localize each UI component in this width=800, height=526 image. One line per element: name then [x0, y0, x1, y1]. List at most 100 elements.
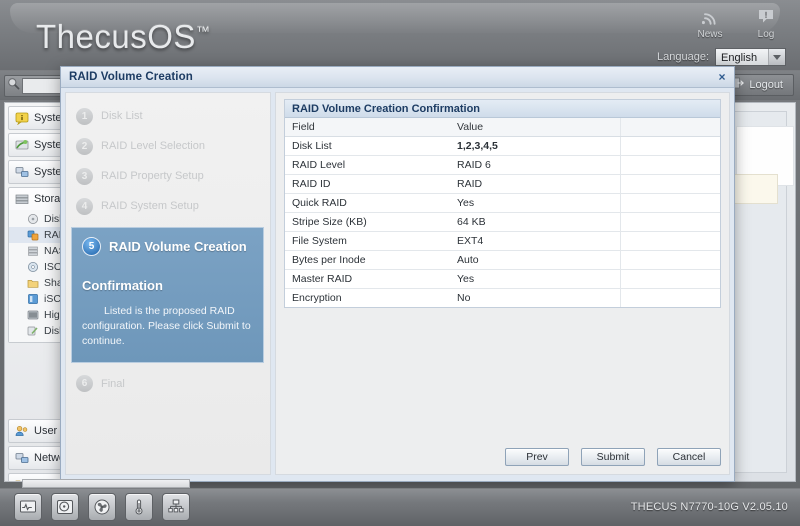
high-availability-icon [27, 309, 39, 321]
logo-text: ThecusOS [36, 18, 196, 55]
close-icon[interactable]: × [714, 69, 730, 85]
active-step-description: Listed is the proposed RAID configuratio… [82, 305, 251, 348]
fan-status-icon[interactable] [88, 493, 116, 521]
table-row: RAID ID RAID [285, 174, 720, 194]
step-number: 1 [76, 107, 93, 125]
cell-field: Bytes per Inode [285, 250, 450, 270]
cell-empty [619, 288, 720, 307]
cell-empty [619, 250, 720, 270]
info-icon [15, 111, 29, 126]
submit-button[interactable]: Submit [581, 448, 645, 466]
logout-label: Logout [749, 79, 783, 91]
temperature-icon[interactable] [125, 493, 153, 521]
cell-field: Encryption [292, 292, 342, 304]
iscsi-icon [27, 293, 39, 305]
cell-empty [619, 193, 720, 213]
system-tray [14, 493, 190, 521]
disk-clone-icon [27, 325, 39, 337]
confirmation-table-wrapper: RAID Volume Creation Confirmation Field … [284, 99, 721, 308]
news-button[interactable]: News [690, 6, 730, 40]
news-label: News [697, 29, 723, 40]
table-row: Stripe Size (KB) 64 KB [285, 212, 720, 232]
cell-value: Auto [450, 250, 620, 270]
wizard-step-active-raid-volume-creation: 5 RAID Volume Creation Confirmation List… [71, 227, 264, 363]
language-selector[interactable]: Language: English [657, 48, 786, 66]
cell-empty [619, 231, 720, 251]
cell-empty [619, 136, 720, 156]
wizard-steps: 1 Disk List 2 RAID Level Selection 3 RAI… [65, 92, 271, 475]
cancel-button[interactable]: Cancel [657, 448, 721, 466]
cell-value: Yes [450, 193, 620, 213]
table-row: RAID Level RAID 6 [285, 155, 720, 175]
cell-field: RAID Level [285, 155, 450, 175]
table-header-row: Field Value [285, 118, 720, 137]
step-label: RAID Property Setup [101, 170, 204, 182]
content-placeholder-yellow [732, 174, 778, 204]
confirmation-panel: RAID Volume Creation Confirmation Field … [275, 92, 730, 475]
cell-empty [619, 155, 720, 175]
language-label: Language: [657, 51, 709, 63]
cell-field: File System [285, 231, 450, 251]
step-label: RAID System Setup [101, 200, 199, 212]
chevron-down-icon[interactable] [768, 49, 785, 65]
network-icon [15, 165, 29, 179]
log-label: Log [757, 29, 775, 40]
cell-value: RAID 6 [450, 155, 620, 175]
cell-value: EXT4 [450, 231, 620, 251]
thecus-os-desktop: ThecusOS™ News Log Language: English Log… [0, 0, 800, 526]
step-number: 6 [76, 375, 93, 393]
header-tools: News Log [690, 6, 786, 40]
active-step-head: 5 RAID Volume Creation [82, 237, 253, 256]
confirmation-table-caption-bar: RAID Volume Creation Confirmation [285, 100, 720, 118]
table-row: File System EXT4 [285, 231, 720, 251]
share-folder-icon [27, 277, 39, 289]
thecus-logo: ThecusOS™ [36, 18, 210, 56]
step-label: RAID Level Selection [101, 140, 205, 152]
model-version-label: THECUS N7770-10G V2.05.10 [630, 501, 788, 513]
dialog-body: 1 Disk List 2 RAID Level Selection 3 RAI… [61, 88, 734, 481]
table-row: Master RAID Yes [285, 269, 720, 289]
logout-button[interactable]: Logout [725, 74, 794, 96]
raid-volume-creation-dialog: RAID Volume Creation × 1 Disk List 2 RAI… [60, 66, 735, 482]
system-status-icon[interactable] [14, 493, 42, 521]
column-header-field: Field [285, 118, 450, 137]
raid-management-icon [27, 229, 39, 241]
confirmation-table: Field Value Disk List 1,2,3,4,5 RAID Lev… [285, 118, 720, 307]
wizard-step-raid-system-setup[interactable]: 4 RAID System Setup [66, 191, 270, 221]
language-dropdown[interactable]: English [715, 48, 786, 66]
cell-field: Quick RAID [285, 193, 450, 213]
step-number: 3 [76, 167, 93, 185]
rss-icon [690, 6, 730, 28]
cell-value: RAID [450, 174, 620, 194]
wizard-step-raid-property-setup[interactable]: 3 RAID Property Setup [66, 161, 270, 191]
cell-field: Disk List [285, 136, 450, 156]
table-row: Encryption No [285, 288, 720, 307]
storage-icon [15, 192, 29, 206]
cell-value: No [457, 292, 471, 304]
wizard-step-raid-level-selection[interactable]: 2 RAID Level Selection [66, 131, 270, 161]
disk-status-icon[interactable] [51, 493, 79, 521]
cell-value: Yes [450, 269, 620, 289]
language-value: English [716, 49, 768, 65]
system-management-icon [15, 138, 29, 152]
top-header: ThecusOS™ News Log Language: English [0, 0, 800, 70]
step-number: 5 [82, 237, 101, 256]
cell-value: 64 KB [450, 212, 620, 232]
cell-empty [619, 212, 720, 232]
column-header-empty [619, 118, 720, 137]
wizard-step-final[interactable]: 6 Final [66, 369, 270, 399]
step-number: 4 [76, 197, 93, 215]
nas-stacking-icon [27, 245, 39, 257]
wizard-step-disk-list[interactable]: 1 Disk List [66, 101, 270, 131]
confirmation-table-caption: RAID Volume Creation Confirmation [292, 102, 481, 115]
users-icon [15, 424, 29, 438]
cell-empty [619, 269, 720, 289]
column-header-value: Value [450, 118, 620, 137]
network-status-icon[interactable] [162, 493, 190, 521]
active-step-subtitle: Confirmation [82, 278, 163, 293]
log-button[interactable]: Log [746, 6, 786, 40]
disk-info-icon [27, 213, 39, 225]
prev-button[interactable]: Prev [505, 448, 569, 466]
status-bar: THECUS N7770-10G V2.05.10 [0, 488, 800, 526]
logo-trademark: ™ [195, 23, 211, 39]
